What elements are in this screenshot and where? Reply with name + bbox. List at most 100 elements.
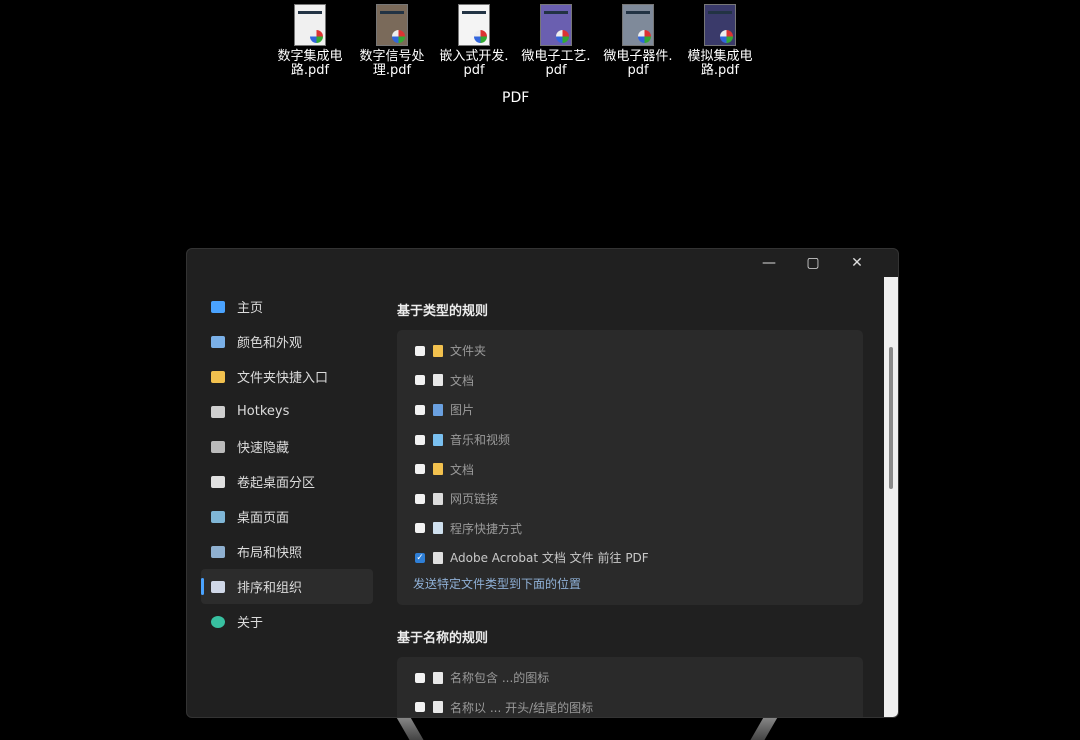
rule-checkbox[interactable] — [415, 375, 425, 386]
sidebar-item-label: 颜色和外观 — [237, 336, 303, 351]
desktop-file-icon[interactable]: 数字集成电 路.pdf — [272, 4, 348, 78]
rule-checkbox[interactable] — [415, 523, 425, 534]
rule-row[interactable]: 网页链接 — [397, 484, 863, 514]
app-badge-icon — [310, 30, 323, 43]
sidebar-item[interactable]: 卷起桌面分区 — [201, 464, 373, 499]
desktop-file-label: 路.pdf — [290, 63, 330, 78]
rule-row[interactable]: 图片 — [397, 395, 863, 425]
document-icon — [433, 374, 443, 387]
desktop-file-label: 数字集成电 — [277, 49, 343, 64]
archive-icon — [433, 463, 443, 476]
chevron-down-icon — [211, 475, 225, 488]
close-button[interactable]: ✕ — [846, 255, 868, 271]
desktop-file-label: 理.pdf — [372, 63, 412, 78]
rule-label: 程序快捷方式 — [450, 521, 523, 536]
program-icon — [433, 522, 443, 535]
thumbnail-band — [462, 11, 486, 14]
sidebar-item[interactable]: Hotkeys — [201, 394, 373, 429]
rule-checkbox[interactable] — [415, 552, 425, 563]
sidebar-item[interactable]: 排序和组织 — [201, 569, 373, 604]
desktop-file-label: 路.pdf — [700, 63, 740, 78]
sidebar-item[interactable]: 主页 — [201, 289, 373, 324]
thumbnail-band — [298, 11, 322, 14]
desktop-file-icon[interactable]: 数字信号处 理.pdf — [354, 4, 430, 78]
desktop-file-icon[interactable]: 模拟集成电 路.pdf — [682, 4, 758, 78]
maximize-button[interactable]: ▢ — [802, 255, 824, 271]
desktop-file-icon[interactable]: 微电子工艺. pdf — [518, 4, 594, 78]
scrollbar-thumb[interactable] — [889, 347, 893, 489]
sidebar-item-label: 主页 — [237, 301, 264, 316]
settings-window: — ▢ ✕ 主页颜色和外观文件夹快捷入口 Hotkeys 快速隐藏卷起桌面分区 桌面页… — [186, 248, 899, 718]
name-rules-card: 名称包含 ...的图标名称以 ... 开头/结尾的图标 — [397, 656, 863, 717]
rule-row[interactable]: 程序快捷方式 — [397, 514, 863, 544]
rule-checkbox[interactable] — [415, 702, 425, 713]
rule-checkbox[interactable] — [415, 345, 425, 356]
sidebar-item[interactable]: 快速隐藏 — [201, 429, 373, 464]
pdf-icon — [433, 551, 443, 564]
sidebar-item-label: 关于 — [237, 616, 264, 631]
palette-icon — [211, 335, 225, 348]
rule-row[interactable]: 名称包含 ...的图标 — [397, 663, 863, 693]
pages-icon — [211, 510, 225, 523]
image-icon — [433, 403, 443, 416]
sidebar-item-label: 排序和组织 — [237, 581, 303, 596]
desktop-file-label: 数字信号处 — [359, 49, 425, 64]
desktop-file-icon[interactable]: 微电子器件. pdf — [600, 4, 676, 78]
pdf-thumbnail-icon — [376, 4, 408, 46]
thumbnail-band — [380, 11, 404, 14]
scrollbar[interactable] — [884, 277, 898, 717]
app-badge-icon — [392, 30, 405, 43]
hide-icon — [211, 440, 225, 453]
document-icon — [433, 701, 443, 714]
keyboard-icon — [211, 405, 225, 418]
rule-label: 名称以 ... 开头/结尾的图标 — [450, 700, 594, 715]
rule-label: 音乐和视频 — [450, 433, 511, 448]
rule-row[interactable]: 文件夹 — [397, 336, 863, 366]
sidebar-item[interactable]: 颜色和外观 — [201, 324, 373, 359]
thumbnail-band — [708, 11, 732, 14]
name-rules-title: 基于名称的规则 — [397, 630, 489, 646]
sidebar-item-label: 桌面页面 — [237, 511, 290, 526]
desktop-file-icon[interactable]: 嵌入式开发. pdf — [436, 4, 512, 78]
sidebar-item[interactable]: 布局和快照 — [201, 534, 373, 569]
rule-label: 文件夹 — [450, 344, 487, 359]
content-panel: 基于类型的规则 文件夹文档图片音乐和视频文档网页链接程序快捷方式Adobe Ac… — [397, 289, 867, 717]
desktop-file-label: pdf — [463, 63, 485, 78]
thumbnail-band — [544, 11, 568, 14]
sidebar-item-label: 布局和快照 — [237, 546, 303, 561]
monitor-icon — [211, 300, 225, 313]
desktop-file-label: pdf — [545, 63, 567, 78]
type-rules-card: 文件夹文档图片音乐和视频文档网页链接程序快捷方式Adobe Acrobat 文档… — [397, 330, 863, 605]
rule-checkbox[interactable] — [415, 434, 425, 445]
rule-label: Adobe Acrobat 文档 文件 前往 PDF — [450, 551, 649, 566]
app-badge-icon — [638, 30, 651, 43]
rule-checkbox[interactable] — [415, 464, 425, 475]
pdf-thumbnail-icon — [622, 4, 654, 46]
pdf-thumbnail-icon — [458, 4, 490, 46]
title-bar: — ▢ ✕ — [718, 249, 898, 277]
rule-row[interactable]: 音乐和视频 — [397, 425, 863, 455]
rule-row[interactable]: 文档 — [397, 454, 863, 484]
rule-label: 文档 — [450, 462, 475, 477]
rule-checkbox[interactable] — [415, 672, 425, 683]
sidebar-item[interactable]: 文件夹快捷入口 — [201, 359, 373, 394]
rule-row[interactable]: 名称以 ... 开头/结尾的图标 — [397, 692, 863, 717]
send-file-types-link[interactable]: 发送特定文件类型到下面的位置 — [397, 573, 863, 595]
music-icon — [433, 433, 443, 446]
rule-checkbox[interactable] — [415, 493, 425, 504]
rule-row[interactable]: 文档 — [397, 366, 863, 396]
rule-checkbox[interactable] — [415, 404, 425, 415]
sidebar-item[interactable]: 关于 — [201, 604, 373, 639]
rule-label: 图片 — [450, 403, 475, 418]
rule-label: 文档 — [450, 373, 475, 388]
desktop-file-label: 微电子工艺. — [521, 49, 591, 64]
pdf-thumbnail-icon — [540, 4, 572, 46]
app-badge-icon — [474, 30, 487, 43]
desktop-file-label: pdf — [627, 63, 649, 78]
sidebar-item-label: 卷起桌面分区 — [237, 476, 316, 491]
rule-row[interactable]: Adobe Acrobat 文档 文件 前往 PDF — [397, 543, 863, 573]
sidebar-item[interactable]: 桌面页面 — [201, 499, 373, 534]
minimize-button[interactable]: — — [758, 255, 780, 271]
sidebar: 主页颜色和外观文件夹快捷入口 Hotkeys 快速隐藏卷起桌面分区 桌面页面布局和快照… — [201, 289, 373, 639]
fence-label: PDF — [502, 90, 530, 106]
